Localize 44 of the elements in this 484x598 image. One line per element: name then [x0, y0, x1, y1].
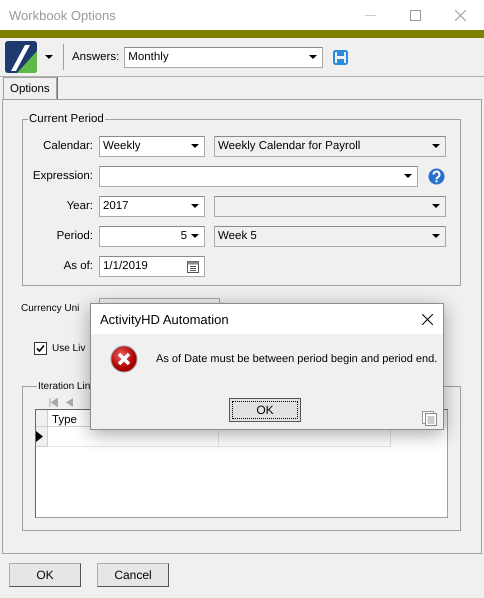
field-label: Year:: [66, 200, 93, 212]
dialog-title: ActivityHD Automation: [100, 312, 229, 326]
caret-icon: [404, 174, 412, 178]
logo-icon[interactable]: [5, 41, 37, 73]
field-label: Calendar:: [42, 140, 93, 152]
dialog-button[interactable]: Cancel: [97, 563, 169, 587]
field-label: Expression:: [32, 170, 93, 182]
dropdown[interactable]: 2017: [99, 196, 205, 216]
dropdown[interactable]: [99, 166, 418, 186]
dialog-button[interactable]: OK: [9, 563, 81, 587]
save-icon[interactable]: [333, 50, 348, 64]
group-title: Current Period: [28, 113, 105, 125]
dropdown[interactable]: Monthly: [124, 46, 324, 68]
calendar-icon[interactable]: [187, 260, 199, 272]
field-label: Currency Uni: [21, 302, 80, 314]
help-icon[interactable]: [428, 168, 445, 184]
answers-label: Answers:: [72, 51, 120, 63]
ok-button[interactable]: OK: [229, 398, 301, 422]
caret-icon: [191, 144, 199, 148]
copy-icon[interactable]: [422, 411, 437, 426]
caret-icon: [432, 144, 440, 148]
tab[interactable]: Options: [3, 77, 57, 99]
previous-icon[interactable]: [66, 398, 73, 406]
error-icon: [110, 345, 138, 373]
checkbox[interactable]: [34, 342, 47, 354]
date-field[interactable]: 1/1/2019: [99, 256, 205, 276]
caret-icon: [45, 55, 53, 59]
first-record-icon[interactable]: [49, 398, 58, 406]
field-label: As of:: [62, 260, 93, 272]
close-icon[interactable]: [422, 314, 433, 324]
caret-icon: [432, 204, 440, 208]
caret-icon: [191, 234, 199, 238]
field-label: Period:: [56, 230, 93, 242]
checkbox-label: Use Liv: [52, 342, 86, 354]
caret-icon: [432, 234, 440, 238]
dropdown[interactable]: Weekly: [99, 136, 205, 156]
group-title: Iteration Lin: [37, 381, 92, 392]
maximize-icon[interactable]: [410, 10, 421, 20]
dropdown[interactable]: 5: [99, 226, 205, 246]
caret-icon: [309, 55, 318, 59]
error-message: As of Date must be between period begin and period end.: [156, 353, 438, 365]
caret-icon: [191, 204, 199, 208]
column-header[interactable]: Type: [52, 414, 77, 426]
window-title: Workbook Options: [8, 8, 116, 22]
